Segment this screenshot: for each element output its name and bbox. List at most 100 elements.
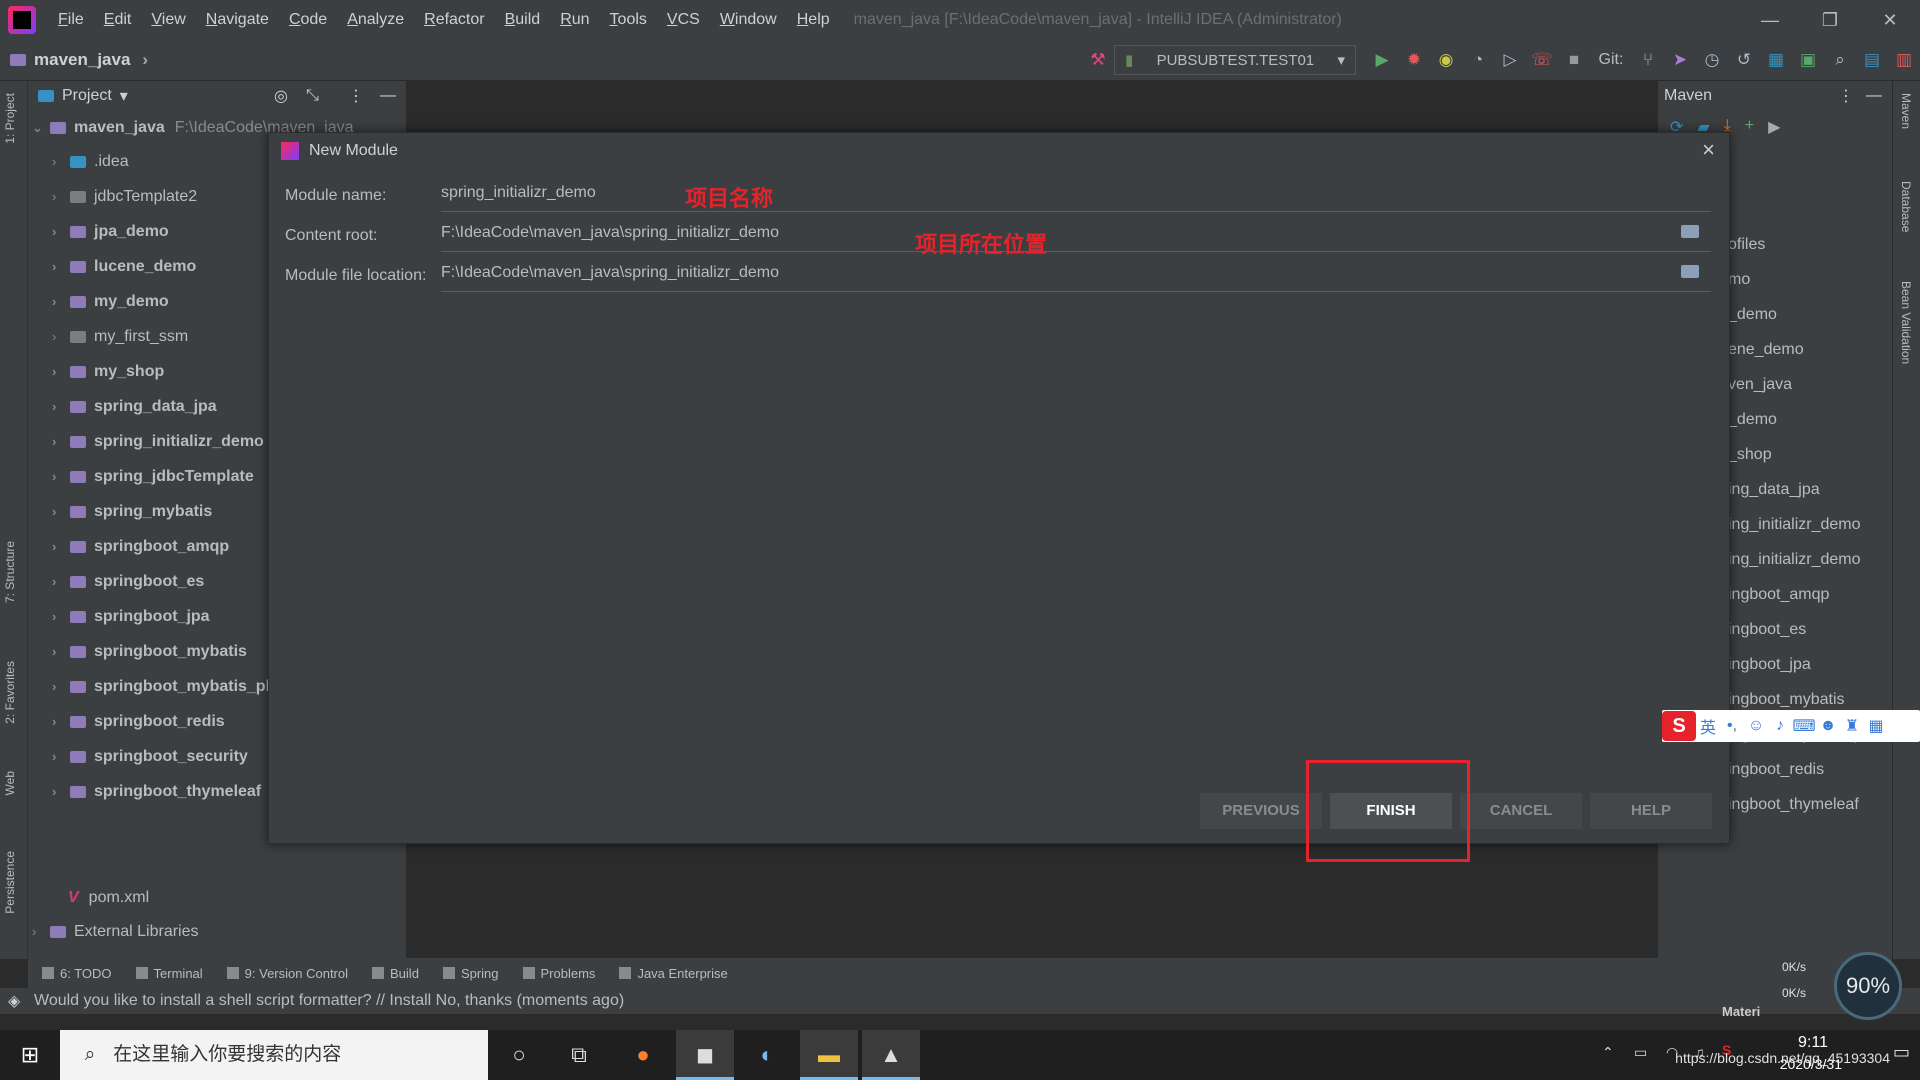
tree-item[interactable]: › springboot_mybatis [52,635,247,669]
git-push-icon[interactable]: ➤ [1664,50,1696,70]
taskbar-search-box[interactable]: ⌕ 在这里输入你要搜索的内容 [60,1030,488,1080]
tree-item[interactable]: › jpa_demo [52,215,169,249]
tree-item[interactable]: › spring_mybatis [52,495,212,529]
tab-maven[interactable]: Maven [1899,93,1913,129]
maven-tree-item[interactable]: ingboot_mybatis [1728,691,1845,709]
git-history-icon[interactable]: ◷ [1696,50,1728,70]
menu-window[interactable]: Window [710,0,787,40]
tree-item[interactable]: › lucene_demo [52,250,196,284]
battery-icon[interactable]: ▭ [1634,1044,1647,1061]
menu-analyze[interactable]: Analyze [337,0,414,40]
microphone-icon[interactable]: ♪ [1768,717,1792,735]
restore-icon[interactable]: ❐ [1800,0,1860,40]
tab-favorites[interactable]: 2: Favorites [3,661,17,724]
notifications-icon[interactable]: ▭ [1893,1042,1910,1063]
maven-tree-item[interactable]: ingboot_redis [1728,761,1824,779]
file-explorer-icon[interactable]: ▬ [800,1030,858,1080]
minimize-icon[interactable]: — [1740,0,1800,40]
tab-bean-validation[interactable]: Bean Validation [1899,281,1913,364]
tree-item[interactable]: › springboot_mybatis_pl [52,670,270,704]
toolbox-icon[interactable]: ▦ [1864,716,1888,736]
skin-icon[interactable]: ♜ [1840,716,1864,736]
module-name-input[interactable]: spring_initializr_demo [441,179,1711,212]
plugin-icon[interactable]: ▥ [1888,50,1920,70]
ime-language-toggle[interactable]: 英 [1696,714,1720,738]
maven-tree-item[interactable]: _shop [1728,446,1772,464]
menu-vcs[interactable]: VCS [657,0,710,40]
tree-item[interactable]: › springboot_amqp [52,530,229,564]
browse-folder-icon[interactable] [1681,225,1699,238]
hide-panel-icon[interactable]: — [1866,87,1882,105]
menu-code[interactable]: Code [279,0,337,40]
breadcrumb-project[interactable]: maven_java [34,50,130,70]
coverage-icon[interactable]: ◉ [1430,50,1462,70]
hide-panel-icon[interactable]: — [380,87,396,105]
menu-navigate[interactable]: Navigate [196,0,279,40]
maven-tree-item[interactable]: ing_data_jpa [1728,481,1820,499]
menu-run[interactable]: Run [550,0,599,40]
maven-tree-item[interactable]: ing_initializr_demo [1728,551,1861,569]
tree-item-pom[interactable]: V pom.xml [68,881,149,915]
maven-tree-item[interactable]: ingboot_jpa [1728,656,1811,674]
attach-debugger-icon[interactable]: ☏ [1526,50,1558,70]
tree-item[interactable]: › springboot_thymeleaf [52,775,261,809]
terminal-icon[interactable]: ▣ [1792,50,1824,70]
breadcrumb[interactable]: maven_java › [0,50,148,70]
menu-view[interactable]: View [141,0,195,40]
bottom-tab-6-todo[interactable]: 6: TODO [42,966,112,981]
stop-icon[interactable]: ■ [1558,50,1590,70]
memory-percent-gauge[interactable]: 90% [1834,952,1902,1020]
tree-external-libraries[interactable]: › External Libraries [32,915,199,949]
firefox-icon[interactable]: ● [614,1030,672,1080]
tab-database[interactable]: Database [1899,181,1913,232]
tree-item[interactable]: › my_demo [52,285,169,319]
run-configuration-select[interactable]: ▮ PUBSUBTEST.TEST01 ▾ [1114,45,1356,75]
cortana-icon[interactable]: ○ [490,1030,548,1080]
run-maven-icon[interactable]: ▶ [1768,117,1780,137]
more-options-icon[interactable]: ⋮ [1838,86,1854,106]
browse-folder-icon[interactable] [1681,265,1699,278]
tree-item[interactable]: › spring_initializr_demo [52,425,264,459]
module-file-location-input[interactable]: F:\IdeaCode\maven_java\spring_initializr… [441,259,1711,292]
tree-item[interactable]: › spring_data_jpa [52,390,217,424]
tree-item[interactable]: › my_first_ssm [52,320,188,354]
menu-refactor[interactable]: Refactor [414,0,494,40]
previous-button[interactable]: PREVIOUS [1200,793,1322,829]
add-icon[interactable]: + [1745,117,1754,137]
tab-project[interactable]: 1: Project [3,93,17,144]
tree-item[interactable]: › jdbcTemplate2 [52,180,197,214]
tree-item[interactable]: › springboot_jpa [52,600,210,634]
maven-tree-item[interactable]: ingboot_amqp [1728,586,1829,604]
build-hammer-icon[interactable]: ⚒ [1082,50,1114,70]
bottom-tab-java-enterprise[interactable]: Java Enterprise [619,966,728,981]
tree-item[interactable]: › springboot_redis [52,705,225,739]
tree-item[interactable]: › .idea [52,145,129,179]
maven-tree-item[interactable]: ingboot_es [1728,621,1806,639]
close-icon[interactable]: × [1702,137,1715,163]
tab-structure[interactable]: 7: Structure [3,541,17,603]
menu-tools[interactable]: Tools [600,0,657,40]
menu-build[interactable]: Build [495,0,551,40]
windows-start-icon[interactable]: ⊞ [0,1030,60,1080]
run-alt-icon[interactable]: ▷ [1494,50,1526,70]
run-icon[interactable]: ▶ [1366,50,1398,70]
emoji-icon[interactable]: ☺ [1744,717,1768,735]
git-rollback-icon[interactable]: ↺ [1728,50,1760,70]
help-button[interactable]: HELP [1590,793,1712,829]
tree-item[interactable]: › spring_jdbcTemplate [52,460,254,494]
maven-tree-item[interactable]: ven_java [1728,376,1792,394]
bottom-tab-9-version-control[interactable]: 9: Version Control [226,966,348,981]
status-message[interactable]: Would you like to install a shell script… [34,992,624,1010]
profile-icon[interactable]: ◔ [1462,50,1494,70]
debug-icon[interactable]: ✹ [1398,50,1430,70]
menu-file[interactable]: File [48,0,94,40]
more-options-icon[interactable]: ⋮ [348,86,364,106]
menu-edit[interactable]: Edit [94,0,142,40]
show-hidden-icons[interactable]: ⌃ [1602,1044,1614,1061]
maven-tree-item[interactable]: ingboot_thymeleaf [1728,796,1859,814]
collapse-all-icon[interactable]: ⤡ [306,87,319,105]
close-window-icon[interactable]: ✕ [1860,0,1920,40]
bottom-tab-problems[interactable]: Problems [522,966,595,981]
tab-web[interactable]: Web [3,771,17,795]
tree-item[interactable]: › my_shop [52,355,164,389]
